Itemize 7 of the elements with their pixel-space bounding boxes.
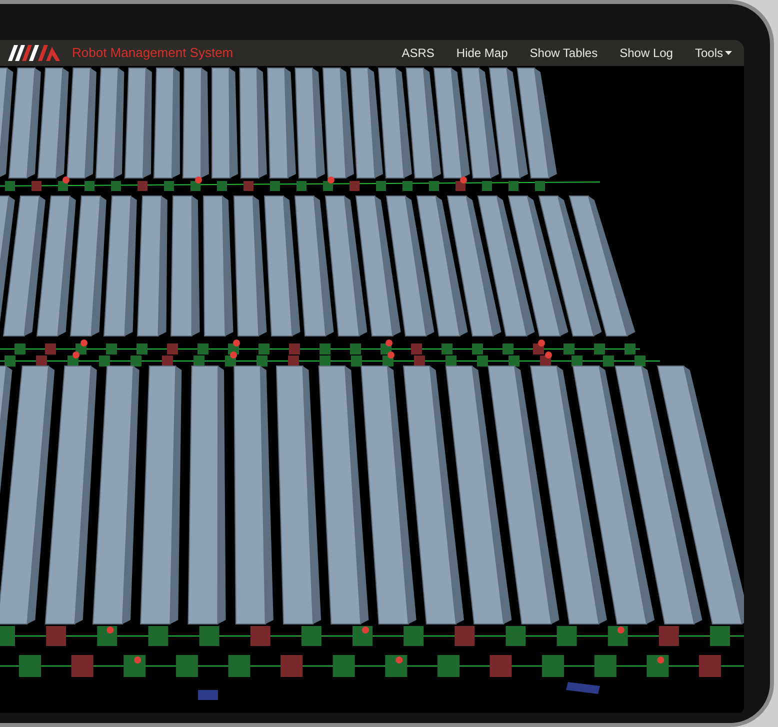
nav-link[interactable]: Show Tables [530, 44, 598, 62]
nav-link[interactable]: ASRS [402, 44, 434, 62]
nav-link[interactable]: Show Log [620, 44, 673, 62]
nav-link[interactable]: Hide Map [456, 44, 508, 62]
app-title: Robot Management System [72, 44, 234, 62]
caret-icon [725, 51, 732, 55]
nav-link[interactable]: Tools [694, 44, 732, 62]
